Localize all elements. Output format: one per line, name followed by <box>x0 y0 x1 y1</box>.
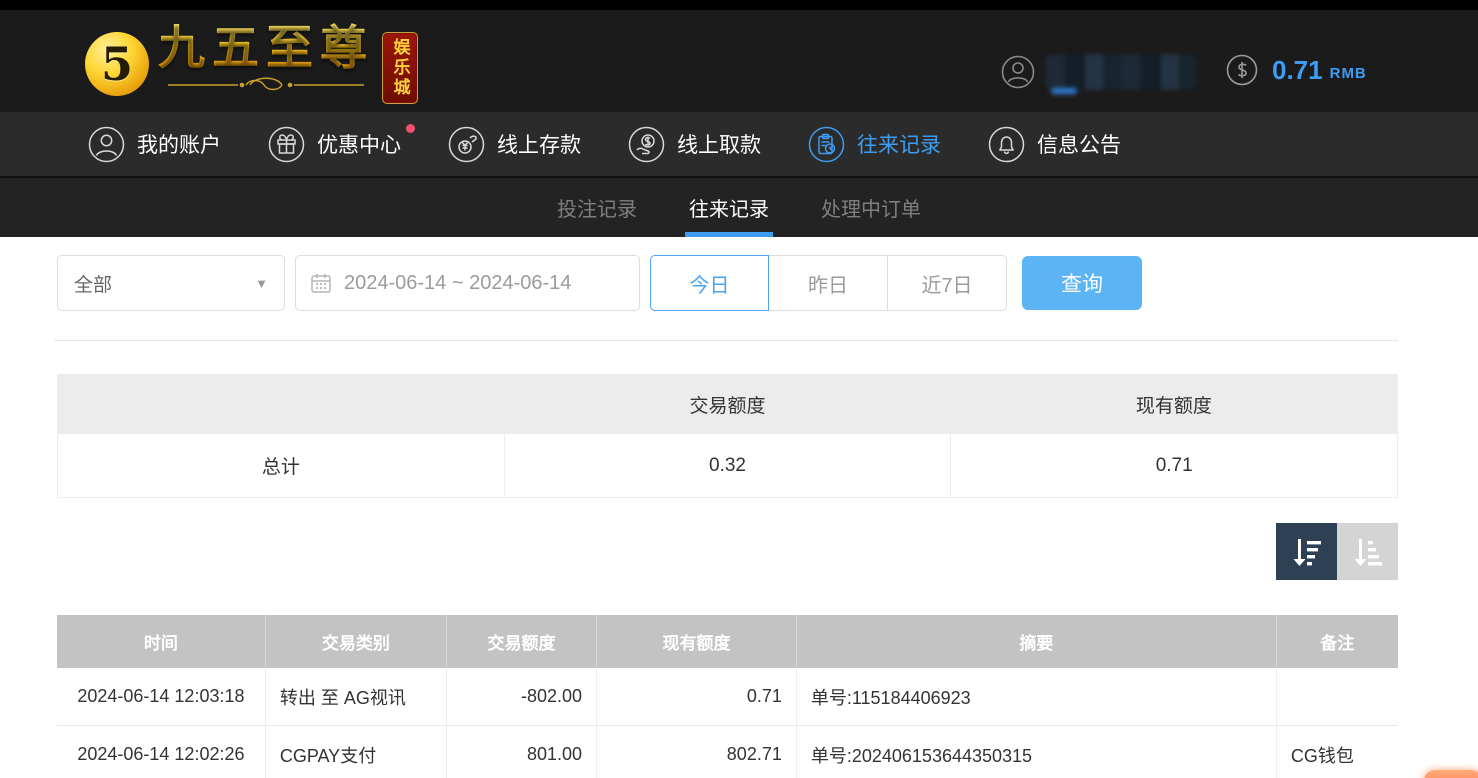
summary-total-row: 总计 0.32 0.71 <box>58 434 1397 497</box>
quick-date-group: 今日 昨日 近7日 <box>650 255 1007 311</box>
deposit-hand-coin-icon <box>448 126 485 163</box>
logo-flourish <box>166 77 366 93</box>
site-header: 5 九五至尊 娱乐城 <box>0 10 1478 112</box>
tab-betting-records[interactable]: 投注记录 <box>555 178 639 237</box>
chevron-down-icon: ▼ <box>255 276 268 291</box>
col-header-balance: 现有额度 <box>596 615 796 668</box>
brand-title: 九五至尊 <box>158 23 374 75</box>
notification-dot <box>406 124 415 133</box>
nav-item-withdraw[interactable]: 线上取款 <box>628 126 761 163</box>
nav-label: 我的账户 <box>137 129 221 159</box>
summary-total-trade-amount: 0.32 <box>504 434 951 497</box>
type-select[interactable]: 全部 ▼ <box>57 255 285 311</box>
table-row: 2024-06-14 12:02:26 CGPAY支付 801.00 802.7… <box>57 726 1398 778</box>
withdraw-hand-coin-icon <box>628 126 665 163</box>
cell-type: 转出 至 AG视讯 <box>265 668 446 725</box>
sort-ascending-button[interactable] <box>1337 523 1398 580</box>
balance-info: 0.71 RMB <box>1226 54 1367 86</box>
tab-transaction-records[interactable]: 往来记录 <box>687 178 771 237</box>
summary-table-header: 交易额度 现有额度 <box>58 374 1397 434</box>
col-header-amount: 交易额度 <box>446 615 596 668</box>
cell-balance: 0.71 <box>596 668 796 725</box>
nav-item-transaction-records[interactable]: 往来记录 <box>808 126 941 163</box>
col-header-remark: 备注 <box>1276 615 1398 668</box>
cell-balance: 802.71 <box>596 726 796 778</box>
tab-pending-orders[interactable]: 处理中订单 <box>819 178 923 237</box>
cell-amount: 801.00 <box>446 726 596 778</box>
cell-summary: 单号:202406153644350315 <box>796 726 1276 778</box>
quick-btn-yesterday[interactable]: 昨日 <box>769 255 888 311</box>
nav-label: 线上存款 <box>497 129 581 159</box>
query-button[interactable]: 查询 <box>1022 256 1142 310</box>
cell-type: CGPAY支付 <box>265 726 446 778</box>
records-clipboard-icon <box>808 126 845 163</box>
col-header-summary: 摘要 <box>796 615 1276 668</box>
username-redacted <box>1045 54 1197 90</box>
date-range-input[interactable]: 2024-06-14 ~ 2024-06-14 <box>295 255 640 311</box>
summary-total-current-amount: 0.71 <box>950 434 1397 497</box>
dollar-coin-icon <box>1226 54 1258 86</box>
quick-btn-label: 今日 <box>690 269 730 298</box>
cell-summary: 单号:115184406923 <box>796 668 1276 725</box>
nav-item-announcements[interactable]: 信息公告 <box>988 126 1121 163</box>
floating-service-button[interactable] <box>1424 770 1478 778</box>
summary-header-trade-amount: 交易额度 <box>504 374 950 434</box>
records-table-header: 时间 交易类别 交易额度 现有额度 摘要 备注 <box>57 615 1398 668</box>
brand-text: 九五至尊 <box>158 23 374 93</box>
cell-remark: CG钱包 <box>1276 726 1398 778</box>
tab-label: 投注记录 <box>557 193 637 222</box>
section-divider <box>54 340 1398 341</box>
quick-btn-label: 昨日 <box>808 269 848 298</box>
quick-btn-label: 近7日 <box>921 269 972 298</box>
sort-ascending-icon <box>1351 536 1385 568</box>
date-range-value: 2024-06-14 ~ 2024-06-14 <box>344 272 571 295</box>
nav-label: 信息公告 <box>1037 129 1121 159</box>
nav-label: 优惠中心 <box>317 129 401 159</box>
summary-total-label: 总计 <box>58 434 504 497</box>
account-icon <box>88 126 125 163</box>
quick-btn-last7days[interactable]: 近7日 <box>888 255 1007 311</box>
nav-label: 线上取款 <box>677 129 761 159</box>
cell-time: 2024-06-14 12:02:26 <box>57 726 265 778</box>
gift-icon <box>268 126 305 163</box>
summary-header-current-amount: 现有额度 <box>951 374 1397 434</box>
quick-btn-today[interactable]: 今日 <box>650 255 769 311</box>
summary-header-empty <box>58 374 504 434</box>
col-header-type: 交易类别 <box>265 615 446 668</box>
nav-label: 往来记录 <box>857 129 941 159</box>
user-info <box>1001 54 1197 90</box>
top-strip <box>0 0 1478 10</box>
brand-badge: 娱乐城 <box>382 32 418 104</box>
cell-amount: -802.00 <box>446 668 596 725</box>
balance-amount: 0.71 <box>1272 55 1323 86</box>
sort-controls <box>1276 523 1398 580</box>
sort-descending-button[interactable] <box>1276 523 1337 580</box>
cell-remark <box>1276 668 1398 725</box>
calendar-icon <box>310 272 332 294</box>
avatar-icon <box>1001 55 1035 89</box>
tab-label: 往来记录 <box>689 193 769 222</box>
main-nav: 我的账户 优惠中心 线上存款 线上取款 <box>0 112 1478 176</box>
type-select-value: 全部 <box>74 270 255 297</box>
nav-item-my-account[interactable]: 我的账户 <box>88 126 221 163</box>
col-header-time: 时间 <box>57 615 265 668</box>
tab-label: 处理中订单 <box>821 193 921 222</box>
sub-nav: 投注记录 往来记录 处理中订单 <box>0 176 1478 237</box>
cell-time: 2024-06-14 12:03:18 <box>57 668 265 725</box>
balance-currency: RMB <box>1330 59 1367 82</box>
nav-item-promotions[interactable]: 优惠中心 <box>268 126 401 163</box>
page: 5 九五至尊 娱乐城 <box>0 0 1478 778</box>
nav-item-deposit[interactable]: 线上存款 <box>448 126 581 163</box>
site-logo[interactable]: 5 九五至尊 娱乐城 <box>85 23 418 104</box>
bell-icon <box>988 126 1025 163</box>
records-table: 时间 交易类别 交易额度 现有额度 摘要 备注 2024-06-14 12:03… <box>57 615 1398 778</box>
table-row: 2024-06-14 12:03:18 转出 至 AG视讯 -802.00 0.… <box>57 668 1398 726</box>
summary-table: 交易额度 现有额度 总计 0.32 0.71 <box>57 374 1398 498</box>
logo-emblem-icon: 5 <box>85 32 149 96</box>
sort-descending-icon <box>1290 536 1324 568</box>
